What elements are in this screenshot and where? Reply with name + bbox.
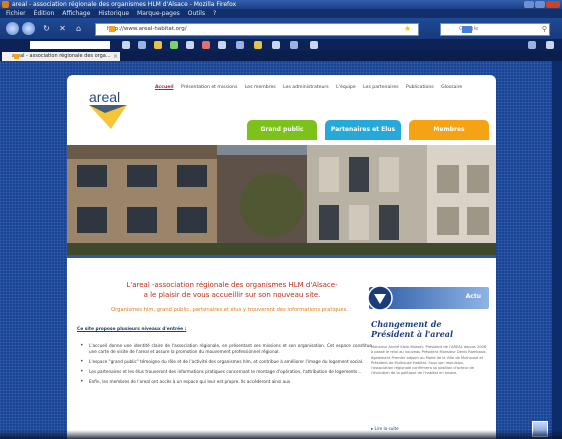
nav-glossaire[interactable]: Glossaire [441,85,462,90]
menu-edition[interactable]: Édition [34,10,55,17]
list-item: Enfin, les membres de l'areal ont accès … [79,379,372,385]
toolbar-icon[interactable] [236,41,244,49]
news-title[interactable]: Changement de Président à l'areal [371,319,487,339]
areal-logo[interactable]: areal [87,85,131,129]
forward-button[interactable] [22,22,35,35]
firefox-icon [2,1,9,8]
close-button[interactable] [546,1,560,8]
addon-toolbar [0,39,562,51]
menu-bar: Fichier Édition Affichage Historique Mar… [0,9,562,18]
building-illustration [67,145,496,255]
menu-affichage[interactable]: Affichage [62,10,90,17]
toolbar-icon[interactable] [122,41,130,49]
welcome-headline: L'areal -association régionale des organ… [82,280,382,300]
search-input[interactable]: Google ⚲ [440,23,550,36]
maximize-button[interactable] [535,1,545,8]
toolbar-icon[interactable] [254,41,262,49]
welcome-subline: Organismes hlm, grand public, partenaire… [111,307,348,313]
toolbar-icon[interactable] [310,41,318,49]
menu-historique[interactable]: Historique [98,10,129,17]
tab-favicon [14,54,19,59]
toolbar-search-field[interactable] [30,41,110,49]
tools-icon[interactable] [528,41,536,49]
entry-levels-intro: Ce site propose plusieurs niveaux d'entr… [77,327,187,332]
nav-accueil[interactable]: Accueil [155,85,174,90]
menu-fichier[interactable]: Fichier [6,10,26,17]
nav-administrateurs[interactable]: Les administrateurs [283,85,329,90]
navigation-toolbar: ↻ ✕ ⌂ http://www.areal-habitat.org/ ★ Go… [0,18,562,39]
browser-tab[interactable]: areal - association régionale des orga..… [2,52,120,61]
menu-marque-pages[interactable]: Marque-pages [137,10,180,17]
list-item: L'espace "grand public" témoigne du rôle… [79,359,372,365]
toolbar-icon[interactable] [154,41,162,49]
toolbar-icon[interactable] [186,41,194,49]
nav-presentation[interactable]: Présentation et missions [181,85,237,90]
minimize-button[interactable] [524,1,534,8]
news-banner: Actu [367,285,489,311]
toolbar-icon[interactable] [170,41,178,49]
address-bar[interactable]: http://www.areal-habitat.org/ [95,23,419,36]
reload-icon[interactable]: ↻ [42,24,51,33]
entry-levels-list: L'accueil donne une identité claire de l… [79,343,372,389]
nav-partenaires[interactable]: Les partenaires [363,85,398,90]
tab-label: areal - association régionale des orga..… [12,53,111,59]
vertical-scrollbar[interactable] [552,61,562,439]
main-navigation: Accueil Présentation et missions Les mem… [155,85,468,90]
window-titlebar: areal - association régionale des organi… [0,0,562,9]
site-favicon [109,26,115,32]
settings-icon[interactable] [546,41,554,49]
url-text: http://www.areal-habitat.org/ [107,26,187,32]
toolbar-icon[interactable] [218,41,226,49]
stop-icon[interactable]: ✕ [58,24,67,33]
toolbar-icon[interactable] [202,41,210,49]
tab-strip: areal - association régionale des orga..… [0,51,562,61]
menu-outils[interactable]: Outils [188,10,205,17]
home-icon[interactable]: ⌂ [74,24,83,33]
logo-triangle-icon [89,105,127,129]
window-controls [524,1,560,8]
toolbar-icon[interactable] [138,41,146,49]
list-item: L'accueil donne une identité claire de l… [79,343,372,355]
hero-photo [67,145,496,255]
nav-membres[interactable]: Les membres [245,85,276,90]
window-title: areal - association régionale des organi… [12,1,237,8]
welcome-headline-line-2: a le plaisir de vous accueillir sur son … [143,291,321,299]
close-tab-icon[interactable]: × [113,52,118,61]
tab-membres[interactable]: Membres [409,120,489,140]
news-badge: Actu [465,293,481,300]
hero-divider [67,255,496,258]
news-panel: Actu Changement de Président à l'areal M… [367,285,489,439]
tab-partenaires-elus[interactable]: Partenaires et Elus [325,120,401,140]
nav-equipe[interactable]: L'équipe [336,85,356,90]
nav-publications[interactable]: Publications [406,85,434,90]
news-body: Monsieur André Klein-Mosser, Président d… [371,345,487,376]
menu-help[interactable]: ? [213,10,216,17]
welcome-headline-line-1: L'areal -association régionale des organ… [126,281,338,289]
search-icon[interactable]: ⚲ [542,24,547,35]
desktop-bottom-edge [0,430,562,439]
news-arrow-icon [367,285,393,311]
list-item: Les partenaires et les élus trouveront d… [79,369,372,375]
back-button[interactable] [6,22,19,35]
website-container: areal Accueil Présentation et missions L… [67,75,496,439]
toolbar-icon[interactable] [272,41,280,49]
toolbar-icon[interactable] [290,41,298,49]
tab-grand-public[interactable]: Grand public [247,120,317,140]
bookmark-star-icon[interactable]: ★ [404,24,411,33]
search-engine-icon[interactable] [462,26,472,33]
